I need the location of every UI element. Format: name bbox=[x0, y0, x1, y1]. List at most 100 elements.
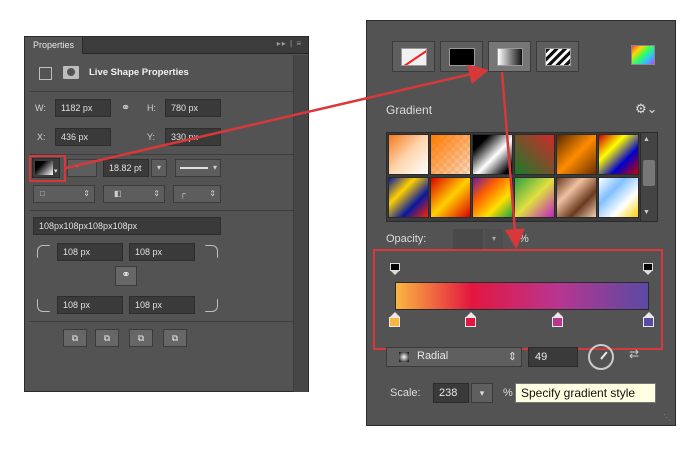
corner-br-field[interactable]: 108 px bbox=[129, 296, 195, 314]
color-stop[interactable] bbox=[465, 312, 477, 327]
gradient-fill-button[interactable] bbox=[488, 41, 531, 72]
stroke-caps-icon: ◧ bbox=[114, 189, 122, 198]
y-field[interactable]: 330 px bbox=[165, 128, 221, 146]
opacity-dropdown[interactable]: ▾ bbox=[485, 229, 503, 249]
preset-gradient[interactable] bbox=[556, 134, 597, 175]
subtract-front-button[interactable]: ⧉ bbox=[95, 329, 119, 347]
color-stops bbox=[389, 312, 654, 328]
gradient-fill-panel: Gradient ⚙⌄ ▲ ▼ Opacity: ▾ % Radial ⇕ 49… bbox=[366, 20, 676, 426]
height-field[interactable]: 780 px bbox=[165, 99, 221, 117]
preset-gradient[interactable] bbox=[472, 134, 513, 175]
corner-br-icon bbox=[205, 299, 218, 312]
pattern-icon bbox=[545, 48, 571, 66]
solid-color-icon bbox=[449, 48, 475, 66]
link-icon[interactable]: ⚭ bbox=[121, 101, 130, 114]
no-fill-button[interactable] bbox=[392, 41, 435, 72]
preset-gradient[interactable] bbox=[556, 177, 597, 218]
solid-color-button[interactable] bbox=[440, 41, 483, 72]
gradient-bar[interactable] bbox=[395, 282, 649, 310]
angle-dial[interactable] bbox=[588, 344, 614, 370]
scale-dropdown[interactable]: ▾ bbox=[471, 383, 493, 403]
scale-field[interactable]: 238 bbox=[433, 383, 469, 403]
properties-scrollbar[interactable] bbox=[293, 55, 308, 392]
fill-swatch-highlight bbox=[29, 155, 66, 182]
tooltip: Specify gradient style bbox=[515, 383, 656, 403]
stroke-width-dropdown[interactable]: ▾ bbox=[151, 159, 167, 177]
chevron-down-icon: ▾ bbox=[212, 163, 217, 172]
preset-gradient[interactable] bbox=[430, 177, 471, 218]
angle-field[interactable]: 49 bbox=[528, 347, 578, 367]
opacity-field[interactable] bbox=[453, 229, 483, 249]
stroke-align-dropdown[interactable]: □ ⇕ bbox=[33, 185, 95, 203]
gear-icon[interactable]: ⚙⌄ bbox=[635, 101, 658, 117]
panel-titlebar: Properties ▸▸ | ≡ bbox=[25, 37, 308, 54]
preset-gradient[interactable] bbox=[598, 177, 639, 218]
properties-panel: Properties ▸▸ | ≡ Live Shape Properties … bbox=[24, 36, 309, 392]
gradient-style-value: Radial bbox=[417, 350, 449, 362]
up-down-icon: ⇕ bbox=[507, 351, 517, 363]
preset-gradient[interactable] bbox=[388, 134, 429, 175]
color-stop[interactable] bbox=[389, 312, 400, 327]
panel-menu-icon[interactable]: ▸▸ | ≡ bbox=[277, 39, 302, 48]
preset-gradient[interactable] bbox=[430, 134, 471, 175]
stroke-swatch-icon: ⎯⎯ bbox=[71, 162, 78, 171]
properties-content: Live Shape Properties W: 1182 px ⚭ H: 78… bbox=[25, 55, 293, 392]
x-field[interactable]: 436 px bbox=[55, 128, 111, 146]
stroke-corners-icon: ┌ bbox=[180, 189, 186, 198]
stroke-corners-dropdown[interactable]: ┌ ⇕ bbox=[173, 185, 221, 203]
pattern-fill-button[interactable] bbox=[536, 41, 579, 72]
scroll-thumb[interactable] bbox=[643, 160, 655, 186]
stroke-align-icon: □ bbox=[40, 189, 45, 198]
tab-properties[interactable]: Properties bbox=[25, 37, 84, 54]
gradient-icon bbox=[497, 48, 523, 66]
shape-transform-icon[interactable] bbox=[39, 67, 52, 80]
preset-gradient[interactable] bbox=[388, 177, 429, 218]
color-stop[interactable] bbox=[551, 312, 563, 327]
x-label: X: bbox=[37, 132, 46, 142]
preset-gradient[interactable] bbox=[472, 177, 513, 218]
opacity-stop[interactable] bbox=[390, 263, 400, 275]
height-label: H: bbox=[147, 103, 156, 113]
intersect-shapes-button[interactable]: ⧉ bbox=[129, 329, 153, 347]
resize-grip-icon[interactable]: ⋱ bbox=[663, 413, 671, 422]
combine-shapes-button[interactable]: ⧉ bbox=[63, 329, 87, 347]
corner-radius-all-field[interactable]: 108px108px108px108px bbox=[33, 217, 221, 235]
opacity-stop[interactable] bbox=[643, 263, 653, 275]
up-down-icon: ⇕ bbox=[83, 189, 90, 198]
corner-tl-icon bbox=[37, 245, 50, 258]
gradient-presets bbox=[386, 132, 641, 222]
color-picker-icon[interactable] bbox=[631, 45, 655, 65]
stroke-swatch-button[interactable]: ⎯⎯ bbox=[67, 159, 97, 177]
preset-gradient[interactable] bbox=[598, 134, 639, 175]
preset-gradient[interactable] bbox=[514, 177, 555, 218]
divider bbox=[29, 154, 293, 155]
stroke-width-field[interactable]: 18.82 pt bbox=[103, 159, 149, 177]
color-stop[interactable] bbox=[643, 312, 654, 327]
section-title: Live Shape Properties bbox=[89, 67, 189, 78]
corner-bl-field[interactable]: 108 px bbox=[57, 296, 123, 314]
link-corners-icon[interactable]: ⚭ bbox=[115, 266, 137, 286]
corner-tr-field[interactable]: 108 px bbox=[129, 243, 195, 261]
divider bbox=[29, 91, 293, 92]
width-label: W: bbox=[35, 103, 46, 113]
stroke-type-dropdown[interactable]: ▾ bbox=[175, 159, 221, 177]
up-down-icon: ⇕ bbox=[209, 189, 216, 198]
corner-tr-icon bbox=[205, 245, 218, 258]
gradient-style-dropdown[interactable]: Radial ⇕ bbox=[386, 347, 522, 367]
chevron-down-icon: ▼ bbox=[643, 209, 650, 216]
corner-tl-field[interactable]: 108 px bbox=[57, 243, 123, 261]
scale-unit: % bbox=[503, 387, 513, 399]
width-field[interactable]: 1182 px bbox=[55, 99, 111, 117]
up-down-icon: ⇕ bbox=[153, 189, 160, 198]
exclude-overlap-button[interactable]: ⧉ bbox=[163, 329, 187, 347]
presets-scrollbar[interactable]: ▲ ▼ bbox=[640, 132, 658, 222]
stroke-caps-dropdown[interactable]: ◧ ⇕ bbox=[103, 185, 165, 203]
radial-icon bbox=[399, 352, 409, 362]
mask-icon[interactable] bbox=[63, 66, 79, 79]
reverse-gradient-icon[interactable]: ⇄ bbox=[629, 347, 639, 361]
chevron-up-icon: ▲ bbox=[643, 136, 650, 143]
opacity-label: Opacity: bbox=[386, 233, 427, 245]
y-label: Y: bbox=[147, 132, 156, 142]
preset-gradient[interactable] bbox=[514, 134, 555, 175]
divider bbox=[29, 321, 293, 322]
